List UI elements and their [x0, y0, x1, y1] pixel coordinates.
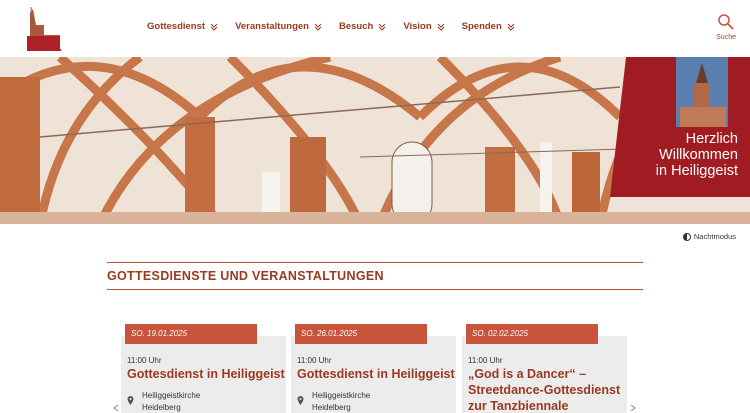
event-time: 11:00 Uhr	[468, 356, 503, 365]
event-card[interactable]: SO. 19.01.2025 11:00 Uhr Gottesdienst in…	[121, 324, 287, 413]
nav-spenden[interactable]: Spenden	[462, 21, 515, 32]
event-location: Heiliggeistkirche Heidelberg	[297, 390, 370, 413]
welcome-line: in Heiliggeist	[655, 163, 738, 179]
section-title: GOTTESDIENSTE UND VERANSTALTUNGEN	[107, 269, 384, 283]
event-date: SO. 02.02.2025	[466, 324, 598, 344]
event-title[interactable]: „God is a Dancer“ – Streetdance-Gottesdi…	[468, 366, 628, 413]
event-date: SO. 19.01.2025	[125, 324, 257, 344]
event-city: Heidelberg	[142, 403, 181, 412]
divider	[107, 289, 643, 290]
event-date: SO. 26.01.2025	[295, 324, 427, 344]
carousel-prev-icon[interactable]	[113, 405, 119, 411]
welcome-line: Willkommen	[659, 147, 738, 163]
chevron-down-icon	[378, 23, 386, 31]
event-location: Heiliggeistkirche Heidelberg	[127, 390, 200, 413]
chevron-down-icon	[507, 23, 515, 31]
search-label[interactable]: Suche	[716, 34, 736, 41]
event-city: Heidelberg	[312, 403, 351, 412]
map-pin-icon	[127, 396, 134, 405]
event-title[interactable]: Gottesdienst in Heiliggeist	[127, 366, 287, 382]
nightmode-label: Nachtmodus	[693, 232, 736, 241]
nav-gottesdienst[interactable]: Gottesdienst	[147, 21, 218, 32]
contrast-icon	[682, 232, 691, 241]
chevron-down-icon	[210, 23, 218, 31]
search-icon[interactable]	[716, 12, 736, 32]
chevron-down-icon	[314, 23, 322, 31]
event-place: Heiliggeistkirche	[312, 391, 371, 400]
event-time: 11:00 Uhr	[127, 356, 162, 365]
welcome-text: Herzlich Willkommen in Heiliggeist	[656, 131, 738, 179]
nightmode-toggle[interactable]: Nachtmodus	[682, 232, 736, 241]
chevron-down-icon	[437, 23, 445, 31]
nav-label: Gottesdienst	[147, 21, 206, 32]
nav-vision[interactable]: Vision	[403, 21, 445, 32]
event-card[interactable]: SO. 02.02.2025 11:00 Uhr „God is a Dance…	[462, 324, 628, 413]
events-section: GOTTESDIENSTE UND VERANSTALTUNGEN	[107, 262, 643, 290]
event-title[interactable]: Gottesdienst in Heiliggeist	[297, 366, 457, 382]
nav-label: Spenden	[461, 21, 502, 32]
nav-label: Besuch	[338, 21, 374, 32]
event-time: 11:00 Uhr	[297, 356, 332, 365]
event-card[interactable]: SO. 26.01.2025 11:00 Uhr Gottesdienst in…	[291, 324, 457, 413]
main-nav: Gottesdienst Veranstaltungen Besuch Visi…	[147, 21, 532, 32]
hero-banner: Herzlich Willkommen in Heiliggeist	[0, 57, 750, 224]
welcome-line: Herzlich	[685, 131, 738, 147]
map-pin-icon	[297, 396, 304, 405]
nav-veranstaltungen[interactable]: Veranstaltungen	[235, 21, 322, 32]
nav-label: Veranstaltungen	[235, 21, 309, 32]
carousel-next-icon[interactable]	[630, 405, 636, 411]
nav-label: Vision	[403, 21, 432, 32]
event-place: Heiliggeistkirche	[142, 391, 201, 400]
divider	[107, 262, 643, 263]
church-logo-icon[interactable]	[22, 5, 62, 52]
site-header: Gottesdienst Veranstaltungen Besuch Visi…	[0, 0, 750, 57]
nav-besuch[interactable]: Besuch	[339, 21, 386, 32]
